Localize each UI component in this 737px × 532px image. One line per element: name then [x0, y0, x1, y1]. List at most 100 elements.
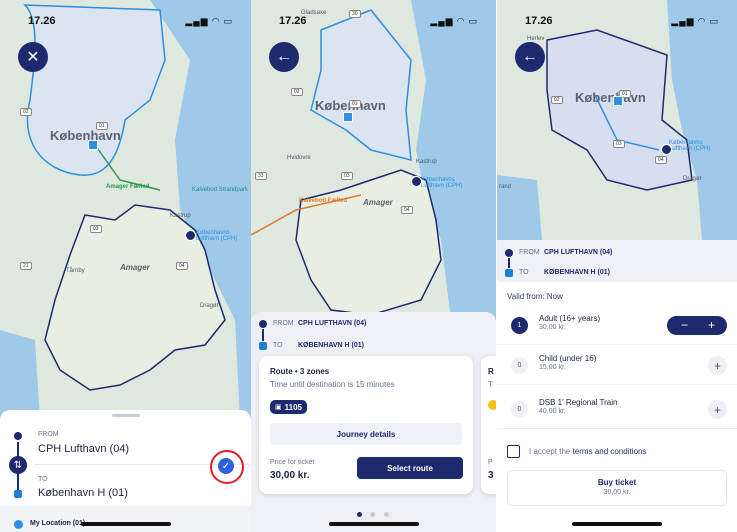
plus-button[interactable]: + — [708, 400, 727, 419]
from-dot-icon — [505, 249, 513, 257]
route-panel: FROM CPH LUFTHAVN (04) TO KØBENHAVN H (0… — [251, 312, 496, 532]
close-icon: ✕ — [26, 49, 40, 66]
from-value: CPH LUFTHAVN (04) — [298, 320, 367, 327]
ticket-price: 40,00 kr. — [539, 408, 566, 415]
map-label-kalvebod: Kalvebod Fælled — [299, 198, 348, 204]
status-bar: 17.26 ▂▄▆ ◠ ▭ — [251, 14, 496, 30]
station-marker-kbh[interactable] — [613, 96, 623, 106]
from-label: FROM — [273, 320, 294, 327]
map-label-airport: Københavns Lufthavn (CPH) — [669, 140, 711, 152]
to-square-icon — [505, 269, 513, 277]
ticket-quantity: 0 — [511, 401, 528, 418]
peek-letter: P — [488, 459, 493, 466]
map-label-amager-faelled: Amager Fælled — [106, 184, 150, 190]
location-icon — [14, 520, 23, 529]
zone-badge: 04 — [401, 206, 413, 214]
map-label-rand: rand — [499, 184, 512, 190]
station-marker-kbh[interactable] — [88, 140, 98, 150]
from-value: CPH LUFTHAVN (04) — [544, 249, 613, 256]
map-label-airport: Københavns Lufthavn (CPH) — [196, 230, 238, 242]
map-label-hvidovre: Hvidovre — [287, 155, 311, 161]
page-dot-active — [357, 512, 362, 517]
valid-from[interactable]: Valid from: Now — [507, 292, 563, 301]
peek-letter: 3 — [488, 470, 494, 481]
home-indicator — [328, 522, 419, 526]
accept-checkbox[interactable] — [507, 445, 520, 458]
terms-link[interactable]: terms and conditions — [573, 447, 647, 456]
route-title: Route • 3 zones — [270, 367, 330, 376]
select-route-button[interactable]: Select route — [357, 457, 463, 479]
station-marker-kbh[interactable] — [343, 112, 353, 122]
map-label-airport: Københavns Lufthavn (CPH) — [421, 177, 463, 189]
from-field[interactable]: CPH Lufthavn (04) — [38, 443, 129, 455]
location-row[interactable]: My Location (01) — [0, 506, 251, 532]
back-button[interactable]: ← — [515, 42, 545, 72]
arrow-left-icon: ← — [522, 48, 538, 65]
next-route-card[interactable]: R T P 3 — [481, 356, 496, 494]
my-location-label: My Location (01) — [30, 520, 86, 527]
quantity-stepper: − + — [667, 316, 727, 335]
to-label: TO — [519, 269, 529, 276]
plus-button[interactable]: + — [708, 318, 715, 332]
ticket-price: 15,00 kr. — [539, 364, 566, 371]
route-time: Time until destination is 15 minutes — [270, 380, 395, 389]
zone-badge: 04 — [176, 262, 188, 270]
zone-badge: 03 — [341, 172, 353, 180]
ticket-quantity: 0 — [511, 357, 528, 374]
journey-details-button[interactable]: Journey details — [270, 423, 462, 445]
ticket-quantity: 1 — [511, 317, 528, 334]
map-label-kalvebod: Kalvebod Strandpark — [192, 187, 249, 193]
from-dot-icon — [14, 432, 22, 440]
plus-button[interactable]: + — [708, 356, 727, 375]
from-to-summary: FROM CPH LUFTHAVN (04) TO KØBENHAVN H (0… — [497, 240, 737, 282]
swap-icon: ⇅ — [13, 459, 23, 471]
map-label-kastrup: Kastrup — [416, 159, 437, 165]
buy-ticket-price: 30,00 kr. — [603, 489, 631, 496]
back-button[interactable]: ← — [269, 42, 299, 72]
zone-badge: 01 — [96, 122, 108, 130]
home-indicator — [572, 522, 662, 526]
check-icon: ✓ — [221, 460, 231, 472]
train-icon — [488, 400, 496, 410]
ticket-panel: FROM CPH LUFTHAVN (04) TO KØBENHAVN H (0… — [497, 240, 737, 532]
station-marker-cph[interactable] — [411, 176, 422, 187]
close-button[interactable]: ✕ — [18, 42, 48, 72]
zone-badge: 03 — [613, 140, 625, 148]
confirm-button[interactable]: ✓ — [218, 458, 234, 474]
to-value: KØBENHAVN H (01) — [298, 342, 364, 349]
ticket-price: 30,00 kr. — [539, 324, 566, 331]
map-label-amager: Amager — [363, 198, 393, 207]
drag-handle[interactable] — [112, 414, 140, 417]
map-label-dragor: Dragør — [683, 176, 702, 182]
from-to-panel: ⇅ FROM CPH Lufthavn (04) TO København H … — [0, 410, 251, 532]
accept-prefix: I accept the — [529, 447, 573, 456]
station-marker-cph[interactable] — [185, 230, 196, 241]
minus-button[interactable]: − — [681, 318, 688, 332]
price-label: Price for ticket — [270, 459, 315, 466]
from-label: FROM — [519, 249, 540, 256]
page-dots[interactable] — [357, 504, 389, 522]
swap-button[interactable]: ⇅ — [9, 456, 27, 474]
route-card[interactable]: Route • 3 zones Time until destination i… — [259, 356, 473, 494]
status-time: 17.26 — [525, 15, 553, 27]
route-line — [508, 258, 510, 268]
map-label-taarnby: Tårnby — [66, 268, 85, 274]
from-label: FROM — [38, 431, 59, 438]
to-field[interactable]: København H (01) — [38, 487, 128, 499]
status-time: 17.26 — [28, 15, 56, 27]
to-square-icon — [259, 342, 267, 350]
status-time: 17.26 — [279, 15, 307, 27]
zone-badge: 02 — [291, 88, 303, 96]
to-value: KØBENHAVN H (01) — [544, 269, 610, 276]
map-label-kastrup: Kastrup — [170, 213, 191, 219]
to-label: TO — [273, 342, 283, 349]
buy-ticket-button[interactable]: Buy ticket 30,00 kr. — [507, 470, 727, 506]
train-badge: ▣ 1105 — [270, 400, 307, 414]
status-icons: ▂▄▆ ◠ ▭ — [185, 16, 233, 26]
status-bar: 17.26 ▂▄▆ ◠ ▭ — [0, 14, 251, 30]
status-icons: ▂▄▆ ◠ ▭ — [430, 16, 478, 26]
from-dot-icon — [259, 320, 267, 328]
page-dot — [383, 512, 389, 517]
station-marker-cph[interactable] — [661, 144, 672, 155]
zone-badge: 21 — [20, 262, 32, 270]
